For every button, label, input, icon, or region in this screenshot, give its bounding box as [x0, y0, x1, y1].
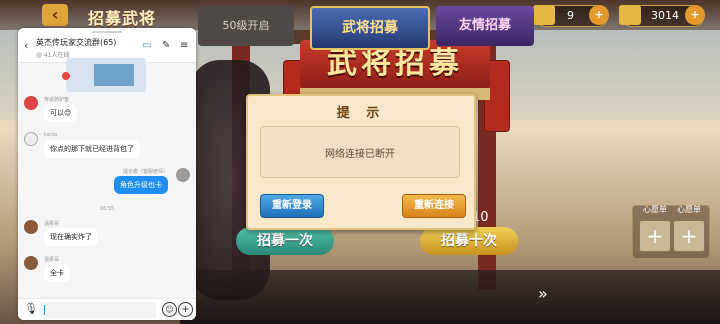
bottom-tab-bar: [180, 270, 720, 324]
avatar[interactable]: [24, 132, 38, 146]
relogin-button[interactable]: 重新登录: [260, 194, 324, 218]
emoji-icon[interactable]: ☺: [162, 302, 177, 317]
locked-tab[interactable]: 50级开启: [198, 6, 294, 46]
list-item: 提示者（客服老师） 角色升级也卡: [18, 168, 190, 194]
chevron-left-icon[interactable]: ‹: [24, 39, 28, 52]
sender-name: 传说骑驴客: [44, 97, 70, 103]
message-bubble[interactable]: 你点的那下就已经进背包了: [44, 140, 140, 158]
group-online-count: @ 41人在线: [36, 52, 70, 59]
wishlist-label: 心愿单: [677, 205, 701, 214]
unread-dot: [62, 72, 70, 80]
avatar[interactable]: [176, 168, 190, 182]
group-name: 英杰传玩家交流群(65): [36, 38, 117, 47]
gold-count: 3014: [651, 9, 679, 22]
list-item: 传说骑驴客 可以😊: [24, 96, 184, 122]
recruit-ten-button[interactable]: 招募十次: [420, 227, 518, 255]
message-bubble[interactable]: 现在确实炸了: [44, 228, 98, 246]
message-bubble[interactable]: 可以😊: [44, 104, 78, 122]
chat-input-bar: 🎙 ☺ +: [18, 298, 196, 320]
timestamp: 16:55: [99, 206, 115, 212]
microphone-icon[interactable]: 🎙: [24, 302, 38, 315]
menu-icon[interactable]: ≡: [180, 40, 188, 51]
chat-overlay: ‹ 英杰传玩家交流群(65) @ 41人在线 ▭ ✎ ≡ 传说骑驴客 可以😊 t…: [18, 28, 196, 320]
wishlist-slot[interactable]: +: [673, 220, 705, 252]
wishlist-panel: 心愿单 心愿单 + +: [632, 205, 710, 259]
list-item: 温柔哥 现在确实炸了: [24, 220, 184, 246]
add-gold-button[interactable]: +: [685, 5, 705, 25]
screen-title: 招募武将: [88, 9, 157, 28]
back-button[interactable]: ‹: [42, 4, 68, 26]
sender-name: 提示者（客服老师）: [122, 169, 168, 175]
ticket-icon: [533, 5, 555, 25]
dialog-message-box: 网络连接已断开: [260, 126, 460, 178]
add-ticket-button[interactable]: +: [589, 5, 609, 25]
text-cursor: [44, 305, 45, 315]
ticket-count: 9: [567, 9, 574, 22]
dialog-message: 网络连接已断开: [325, 149, 395, 160]
drag-handle[interactable]: [92, 31, 122, 33]
plus-icon[interactable]: +: [178, 302, 193, 317]
sender-name: 温柔哥: [44, 221, 60, 227]
gold-ingot-icon: [619, 5, 641, 25]
next-arrow-icon[interactable]: »: [538, 284, 548, 303]
avatar[interactable]: [24, 220, 38, 234]
message-bubble[interactable]: 角色升级也卡: [114, 176, 168, 194]
sender-name: 温柔哥: [44, 257, 60, 263]
recruit-one-button[interactable]: 招募一次: [236, 227, 334, 255]
pinned-image-card[interactable]: [66, 58, 146, 92]
general-recruit-tab[interactable]: 武将招募: [310, 6, 430, 50]
ticket-resource: 9 +: [533, 5, 609, 27]
network-dialog: 提 示 网络连接已断开 重新登录 重新连接: [246, 94, 476, 230]
chat-input[interactable]: [40, 302, 156, 318]
wishlist-label: 心愿单: [643, 205, 667, 214]
message-bubble[interactable]: 全卡: [44, 264, 70, 282]
wishlist-slot[interactable]: +: [639, 220, 671, 252]
avatar[interactable]: [24, 256, 38, 270]
avatar[interactable]: [24, 96, 38, 110]
list-item: tacos 你点的那下就已经进背包了: [24, 132, 184, 158]
reconnect-button[interactable]: 重新连接: [402, 194, 466, 218]
edit-icon[interactable]: ✎: [162, 40, 170, 51]
sender-name: tacos: [44, 132, 58, 138]
dialog-title: 提 示: [336, 106, 386, 121]
friend-recruit-tab[interactable]: 友情招募: [436, 6, 534, 46]
list-item: 温柔哥 全卡: [24, 256, 184, 282]
gold-resource: 3014 +: [619, 5, 705, 27]
message-icon[interactable]: ▭: [142, 40, 151, 51]
